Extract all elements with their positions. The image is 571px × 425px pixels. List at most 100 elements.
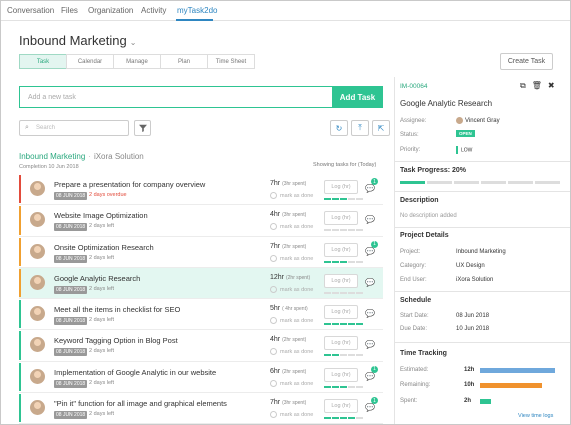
task-date-badge: 08 JUN 2018: [54, 285, 88, 294]
task-title[interactable]: Google Analytic Research: [54, 274, 140, 283]
comment-icon[interactable]: 💬: [365, 247, 375, 256]
avatar: [30, 306, 45, 322]
close-icon[interactable]: ✖: [548, 81, 555, 91]
progress-segment: [340, 198, 347, 200]
task-row[interactable]: Website Image Optimization 08 JUN 2018 2…: [19, 205, 383, 237]
comment-icon[interactable]: 💬: [365, 215, 375, 224]
log-hours-input[interactable]: Log (hr): [324, 305, 358, 320]
log-hours-input[interactable]: Log (hr): [324, 273, 358, 288]
progress-segment: [348, 417, 355, 420]
checkbox-circle-icon[interactable]: [270, 223, 277, 231]
comment-icon[interactable]: 💬: [365, 309, 375, 318]
progress-segment: [348, 229, 355, 232]
comment-icon[interactable]: 💬: [365, 372, 375, 381]
tab-plan[interactable]: Plan: [160, 54, 208, 69]
mark-as-done[interactable]: mark as done: [270, 379, 313, 387]
mark-as-done[interactable]: mark as done: [270, 411, 313, 419]
task-title[interactable]: Implementation of Google Analytic in our…: [54, 368, 216, 377]
tab-calendar[interactable]: Calendar: [66, 54, 114, 69]
share-button[interactable]: ⇱: [372, 120, 390, 136]
nav-tab-activity[interactable]: Activity: [141, 6, 166, 15]
refresh-button[interactable]: ↻: [330, 120, 348, 136]
nav-tab-organization[interactable]: Organization: [88, 6, 133, 15]
comment-icon[interactable]: 💬: [365, 184, 375, 193]
open-external-icon[interactable]: ⧉: [520, 81, 526, 91]
mark-as-done[interactable]: mark as done: [270, 348, 313, 356]
task-row[interactable]: Meet all the items in checklist for SEO …: [19, 299, 383, 331]
progress-segment: [340, 291, 347, 294]
mark-as-done[interactable]: mark as done: [270, 254, 313, 262]
task-hours-value: 7hr: [270, 399, 281, 407]
log-hours-input[interactable]: Log (hr): [324, 336, 358, 351]
task-row[interactable]: "Pin it" function for all image and grap…: [19, 393, 383, 424]
progress-segment: [340, 354, 347, 357]
nav-tab-conversation[interactable]: Conversation: [7, 6, 54, 15]
task-hours-spent: (3hr spent): [282, 181, 307, 187]
task-hours-value: 5hr: [270, 305, 281, 313]
task-title[interactable]: Onsite Optimization Research: [54, 243, 154, 252]
task-title[interactable]: Prepare a presentation for company overv…: [54, 180, 205, 189]
nav-tab-files[interactable]: Files: [61, 6, 78, 15]
create-task-button[interactable]: Create Task: [500, 53, 553, 70]
task-due-status: 2 days left: [89, 379, 115, 386]
task-row[interactable]: Prepare a presentation for company overv…: [19, 174, 383, 206]
comment-icon[interactable]: 💬: [365, 340, 375, 349]
checkbox-circle-icon[interactable]: [270, 411, 277, 419]
add-task-button[interactable]: Add Task: [332, 86, 383, 108]
log-hours-input[interactable]: Log (hr): [324, 367, 358, 382]
view-time-logs-link[interactable]: View time logs: [518, 413, 553, 419]
chevron-down-icon[interactable]: ⌄: [130, 38, 137, 47]
checkbox-circle-icon[interactable]: [270, 348, 277, 356]
filter-button[interactable]: [134, 120, 151, 136]
project-name[interactable]: Inbound Marketing: [19, 152, 85, 161]
task-title[interactable]: Meet all the items in checklist for SEO: [54, 305, 180, 314]
upload-button[interactable]: ⤒: [351, 120, 369, 136]
trash-icon[interactable]: 🗑: [532, 81, 542, 91]
log-hours-input[interactable]: Log (hr): [324, 399, 358, 414]
page-title[interactable]: Inbound Marketing ⌄: [19, 33, 136, 48]
mark-as-done[interactable]: mark as done: [270, 223, 313, 231]
priority-value[interactable]: LOW: [456, 146, 472, 154]
checkbox-circle-icon[interactable]: [270, 254, 277, 262]
assignee-value[interactable]: Vincent Gray: [456, 117, 500, 124]
task-row[interactable]: Implementation of Google Analytic in our…: [19, 362, 383, 394]
mark-as-done[interactable]: mark as done: [270, 285, 314, 293]
priority-color-bar: [19, 300, 21, 329]
progress-segment: [340, 229, 347, 232]
description-text[interactable]: No description added: [400, 213, 457, 219]
log-hours-input[interactable]: Log (hr): [324, 211, 358, 226]
mark-as-done-label: mark as done: [280, 286, 314, 293]
progress-segment: [324, 260, 331, 263]
add-task-input[interactable]: Add a new task: [19, 86, 332, 108]
log-hours-input[interactable]: Log (hr): [324, 242, 358, 257]
task-row[interactable]: Google Analytic Research 08 JUN 2018 2 d…: [19, 267, 383, 300]
task-title[interactable]: Keyword Tagging Option in Blog Post: [54, 336, 178, 345]
log-hours-input[interactable]: Log (hr): [324, 180, 358, 194]
priority-color-bar: [19, 206, 21, 235]
tab-task[interactable]: Task: [19, 54, 67, 69]
nav-tab-mytask2do[interactable]: myTask2do: [177, 6, 217, 15]
tab-time-sheet[interactable]: Time Sheet: [207, 54, 255, 69]
task-hours: 5hr ( 4hr spent): [270, 305, 308, 312]
task-hours-spent: (3hr spent): [282, 400, 307, 407]
task-title[interactable]: "Pin it" function for all image and grap…: [54, 399, 227, 408]
task-row[interactable]: Onsite Optimization Research 08 JUN 2018…: [19, 237, 383, 268]
mark-as-done[interactable]: mark as done: [270, 317, 313, 325]
checkbox-circle-icon[interactable]: [270, 285, 277, 293]
task-id[interactable]: IM-00064: [400, 83, 427, 90]
checkbox-circle-icon[interactable]: [270, 317, 277, 325]
progress-segment: [324, 198, 331, 200]
task-row[interactable]: Keyword Tagging Option in Blog Post 08 J…: [19, 330, 383, 362]
comment-icon[interactable]: 💬: [365, 278, 375, 287]
tab-manage[interactable]: Manage: [113, 54, 161, 69]
task-due-status: 2 days left: [89, 285, 115, 292]
avatar: [456, 117, 463, 124]
comment-icon[interactable]: 💬: [365, 403, 375, 412]
search-input[interactable]: ⌕ Search: [19, 120, 129, 136]
status-value[interactable]: OPEN: [456, 130, 475, 137]
separator-dot: ·: [88, 152, 91, 161]
task-title[interactable]: Website Image Optimization: [54, 211, 148, 220]
checkbox-circle-icon[interactable]: [270, 379, 277, 387]
mark-as-done[interactable]: mark as done: [270, 192, 313, 199]
checkbox-circle-icon[interactable]: [270, 192, 277, 199]
